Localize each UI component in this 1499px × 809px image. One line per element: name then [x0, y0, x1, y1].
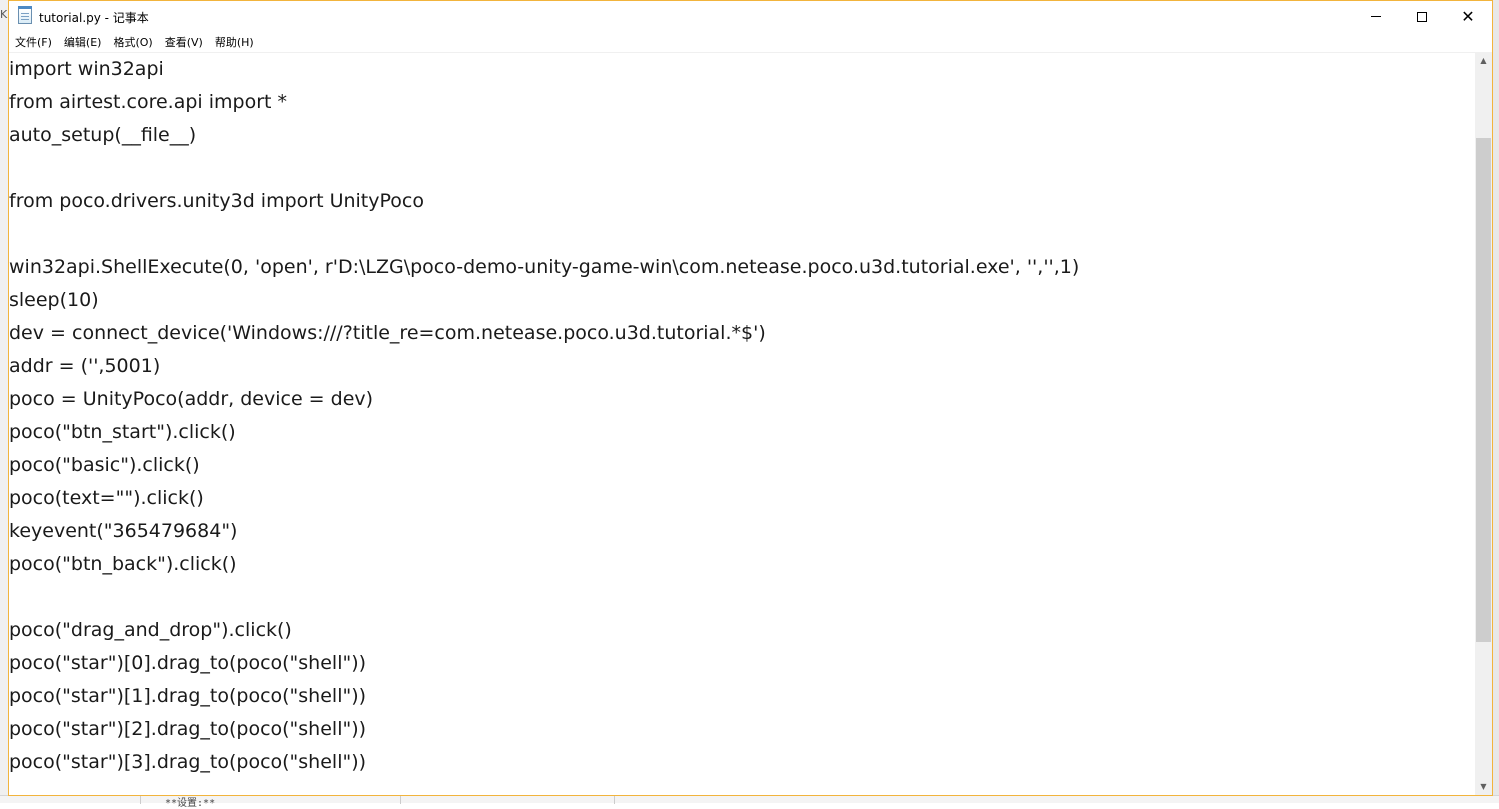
close-button[interactable]: ✕	[1445, 1, 1491, 32]
background-window-edge	[1493, 0, 1499, 803]
code-line: poco("drag_and_drop").click()	[9, 619, 292, 641]
code-line: poco(text="").click()	[9, 487, 204, 509]
notepad-window: tutorial.py - 记事本 ✕ 文件(F) 编辑(E) 格式(O) 查看…	[8, 0, 1493, 796]
code-line: sleep(10)	[9, 289, 99, 311]
code-line: poco("star")[3].drag_to(poco("shell"))	[9, 751, 367, 773]
minimize-button[interactable]	[1353, 1, 1399, 32]
maximize-button[interactable]	[1399, 1, 1445, 32]
menu-edit[interactable]: 编辑(E)	[58, 34, 108, 50]
close-icon: ✕	[1461, 6, 1475, 26]
background-bottom-text: **设置:**	[165, 798, 216, 809]
title-bar[interactable]: tutorial.py - 记事本 ✕	[9, 1, 1492, 32]
notepad-icon[interactable]	[18, 6, 32, 24]
menu-format[interactable]: 格式(O)	[107, 34, 158, 50]
code-line: import win32api	[9, 58, 164, 80]
code-line: win32api.ShellExecute(0, 'open', r'D:\LZ…	[9, 256, 1080, 278]
scroll-thumb[interactable]	[1476, 138, 1491, 642]
code-line: poco("btn_back").click()	[9, 553, 237, 575]
code-line: poco("star")[1].drag_to(poco("shell"))	[9, 685, 367, 707]
menu-bar: 文件(F) 编辑(E) 格式(O) 查看(V) 帮助(H)	[9, 32, 1492, 51]
code-line: keyevent("365479684")	[9, 520, 238, 542]
menu-help[interactable]: 帮助(H)	[209, 34, 260, 50]
scroll-down-icon[interactable]: ▼	[1475, 778, 1492, 795]
menu-file[interactable]: 文件(F)	[9, 34, 58, 50]
code-line: poco = UnityPoco(addr, device = dev)	[9, 388, 374, 410]
code-line: auto_setup(__file__)	[9, 124, 197, 146]
window-title: tutorial.py - 记事本	[39, 11, 149, 25]
vertical-scrollbar[interactable]: ▲ ▼	[1475, 52, 1492, 795]
code-line: from airtest.core.api import *	[9, 91, 288, 113]
background-window-bottom: **设置:**	[0, 795, 1499, 809]
code-line: poco("star")[2].drag_to(poco("shell"))	[9, 718, 367, 740]
code-line: from poco.drivers.unity3d import UnityPo…	[9, 190, 424, 212]
scroll-up-icon[interactable]: ▲	[1475, 52, 1492, 69]
code-line: poco("star")[0].drag_to(poco("shell"))	[9, 652, 367, 674]
minimize-icon	[1371, 16, 1381, 17]
code-line: poco("btn_start").click()	[9, 421, 236, 443]
code-line: poco("basic").click()	[9, 454, 200, 476]
menu-view[interactable]: 查看(V)	[159, 34, 209, 50]
code-line: dev = connect_device('Windows:///?title_…	[9, 322, 766, 344]
text-editor[interactable]: import win32api from airtest.core.api im…	[9, 52, 1476, 795]
maximize-icon	[1417, 11, 1427, 22]
code-line: addr = ('',5001)	[9, 355, 161, 377]
